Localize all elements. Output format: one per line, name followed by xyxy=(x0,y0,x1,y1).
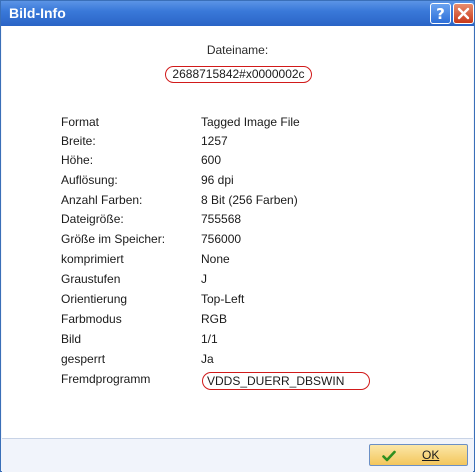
info-panel: Dateiname: 2688715842#x0000002c Format T… xyxy=(2,26,473,438)
info-key: Fremdprogramm xyxy=(61,372,151,386)
info-key: Größe im Speicher: xyxy=(61,232,166,246)
close-button[interactable] xyxy=(453,3,474,24)
filename-value: 2688715842#x0000002c xyxy=(165,66,312,83)
info-value: 96 dpi xyxy=(201,173,234,187)
info-value: 756000 xyxy=(201,232,242,246)
info-key: Breite: xyxy=(61,134,96,148)
info-value: 1257 xyxy=(201,134,228,148)
info-value: Tagged Image File xyxy=(201,115,300,129)
checkmark-icon xyxy=(382,450,396,462)
info-value: None xyxy=(201,252,230,266)
help-button[interactable]: ? xyxy=(430,3,451,24)
window-title: Bild-Info xyxy=(9,5,66,21)
ok-button[interactable]: OK xyxy=(369,444,468,466)
info-value: Ja xyxy=(201,352,214,366)
info-key: komprimiert xyxy=(61,252,124,266)
info-key: Anzahl Farben: xyxy=(61,193,143,207)
info-key: Höhe: xyxy=(61,153,94,167)
info-key: gesperrt xyxy=(61,352,106,366)
close-icon xyxy=(457,7,470,20)
external-program-value: VDDS_DUERR_DBSWIN xyxy=(202,372,370,390)
info-value: J xyxy=(201,272,207,286)
ok-label: OK xyxy=(422,448,440,462)
info-key: Auflösung: xyxy=(61,173,118,187)
info-value: 1/1 xyxy=(201,332,218,346)
info-value: Top-Left xyxy=(201,292,245,306)
bild-info-dialog: Bild-Info ? Dateiname: 2688715842#x00000… xyxy=(0,0,475,472)
help-icon: ? xyxy=(436,5,445,23)
info-value: 8 Bit (256 Farben) xyxy=(201,193,298,207)
info-key: Orientierung xyxy=(61,292,128,306)
filename-label: Dateiname: xyxy=(206,43,269,57)
info-key: Bild xyxy=(61,332,82,346)
title-bar[interactable]: Bild-Info ? xyxy=(1,1,474,26)
info-key: Format xyxy=(61,115,100,129)
info-value: 755568 xyxy=(201,212,242,226)
info-value: 600 xyxy=(201,153,222,167)
info-key: Graustufen xyxy=(61,272,121,286)
button-bar: OK xyxy=(2,438,473,472)
info-value: RGB xyxy=(201,312,228,326)
info-key: Farbmodus xyxy=(61,312,122,326)
info-key: Dateigröße: xyxy=(61,212,124,226)
